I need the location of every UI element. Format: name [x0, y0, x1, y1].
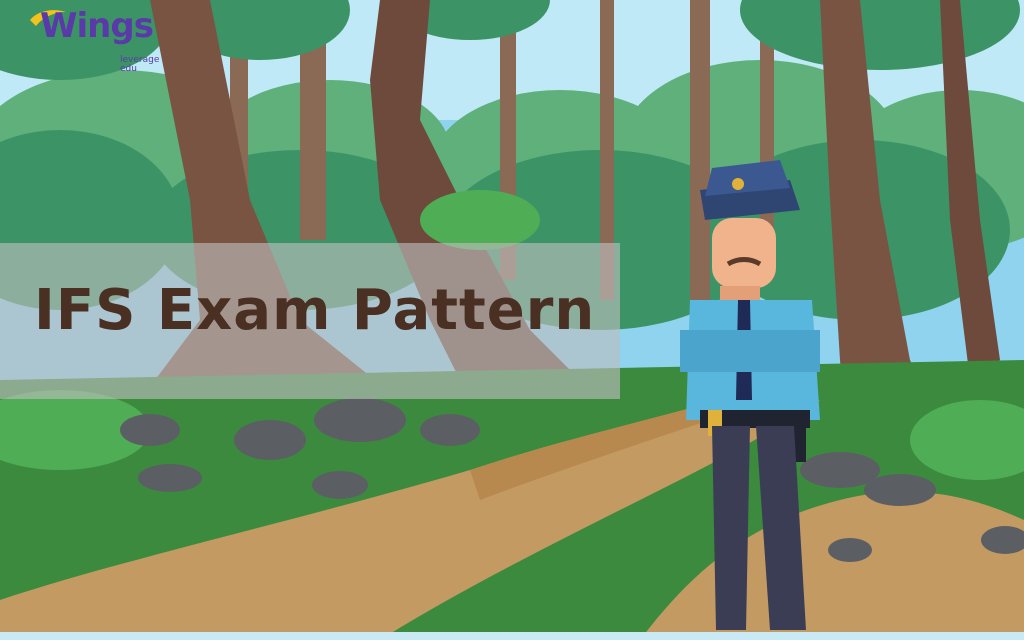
logo-tagline: leverage edu	[120, 56, 180, 74]
banner: Wings leverage edu IFS Exam Pattern	[0, 0, 1024, 640]
logo-tagline-line2: edu	[120, 64, 137, 74]
headline: IFS Exam Pattern	[34, 278, 596, 343]
brand-logo[interactable]: Wings leverage edu	[30, 4, 174, 84]
logo-wordmark: Wings	[40, 6, 154, 46]
